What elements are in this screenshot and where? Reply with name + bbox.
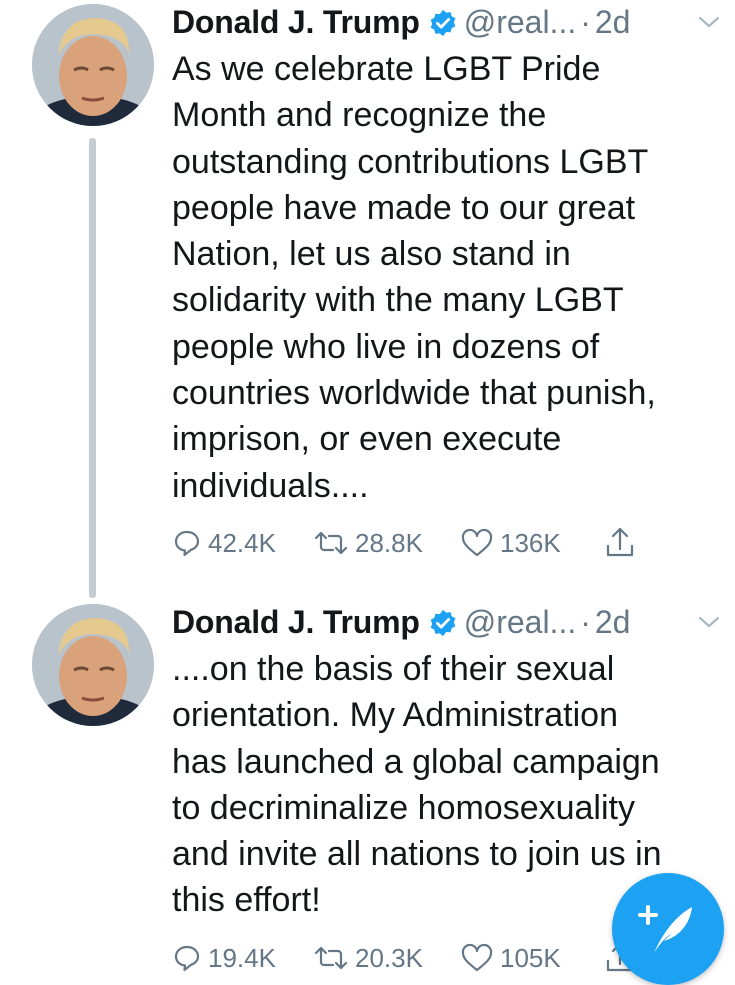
tweet-text: As we celebrate LGBT Pride Month and rec… (172, 50, 656, 505)
compose-tweet-icon (638, 905, 692, 953)
avatar[interactable] (32, 604, 154, 726)
retweet-button[interactable]: 20.3K (313, 938, 423, 978)
tweet-timestamp[interactable]: 2d (595, 604, 631, 640)
author-handle[interactable]: @real... (464, 604, 577, 640)
reply-count: 19.4K (208, 942, 276, 973)
chevron-down-icon[interactable] (697, 12, 721, 32)
share-icon (606, 527, 634, 557)
tweet-timestamp[interactable]: 2d (595, 4, 631, 40)
avatar-image (32, 604, 154, 726)
verified-badge-icon (430, 9, 456, 37)
retweet-icon (314, 946, 348, 970)
reply-button[interactable]: 19.4K (172, 938, 276, 978)
like-button[interactable]: 136K (460, 523, 561, 563)
reply-icon (174, 945, 200, 972)
tweet-header: Donald J. Trump @real... · 2d (172, 600, 735, 644)
tweet[interactable]: Donald J. Trump @real... · 2d As we celebra… (0, 0, 735, 598)
chevron-down-icon[interactable] (697, 612, 721, 632)
retweet-count: 28.8K (355, 527, 423, 558)
author-name[interactable]: Donald J. Trump (172, 4, 420, 40)
heart-icon (461, 528, 493, 557)
like-count: 105K (500, 942, 561, 973)
retweet-icon (314, 531, 348, 555)
author-name[interactable]: Donald J. Trump (172, 604, 420, 640)
author-handle[interactable]: @real... (464, 4, 577, 40)
reply-count: 42.4K (208, 527, 276, 558)
avatar[interactable] (32, 4, 154, 126)
retweet-button[interactable]: 28.8K (313, 523, 423, 563)
separator-dot: · (580, 604, 591, 640)
thread-connector-line (89, 138, 96, 598)
compose-tweet-button[interactable] (612, 873, 724, 985)
separator-dot: · (580, 4, 591, 40)
heart-icon (461, 943, 493, 972)
tweet-text: ....on the basis of their sexual orienta… (172, 650, 662, 920)
like-button[interactable]: 105K (460, 938, 561, 978)
retweet-count: 20.3K (355, 942, 423, 973)
avatar-image (32, 4, 154, 126)
verified-badge-icon (430, 609, 456, 637)
like-count: 136K (500, 527, 561, 558)
tweet-header: Donald J. Trump @real... · 2d (172, 0, 735, 44)
share-button[interactable] (604, 523, 642, 563)
reply-icon (174, 530, 200, 557)
reply-button[interactable]: 42.4K (172, 523, 276, 563)
